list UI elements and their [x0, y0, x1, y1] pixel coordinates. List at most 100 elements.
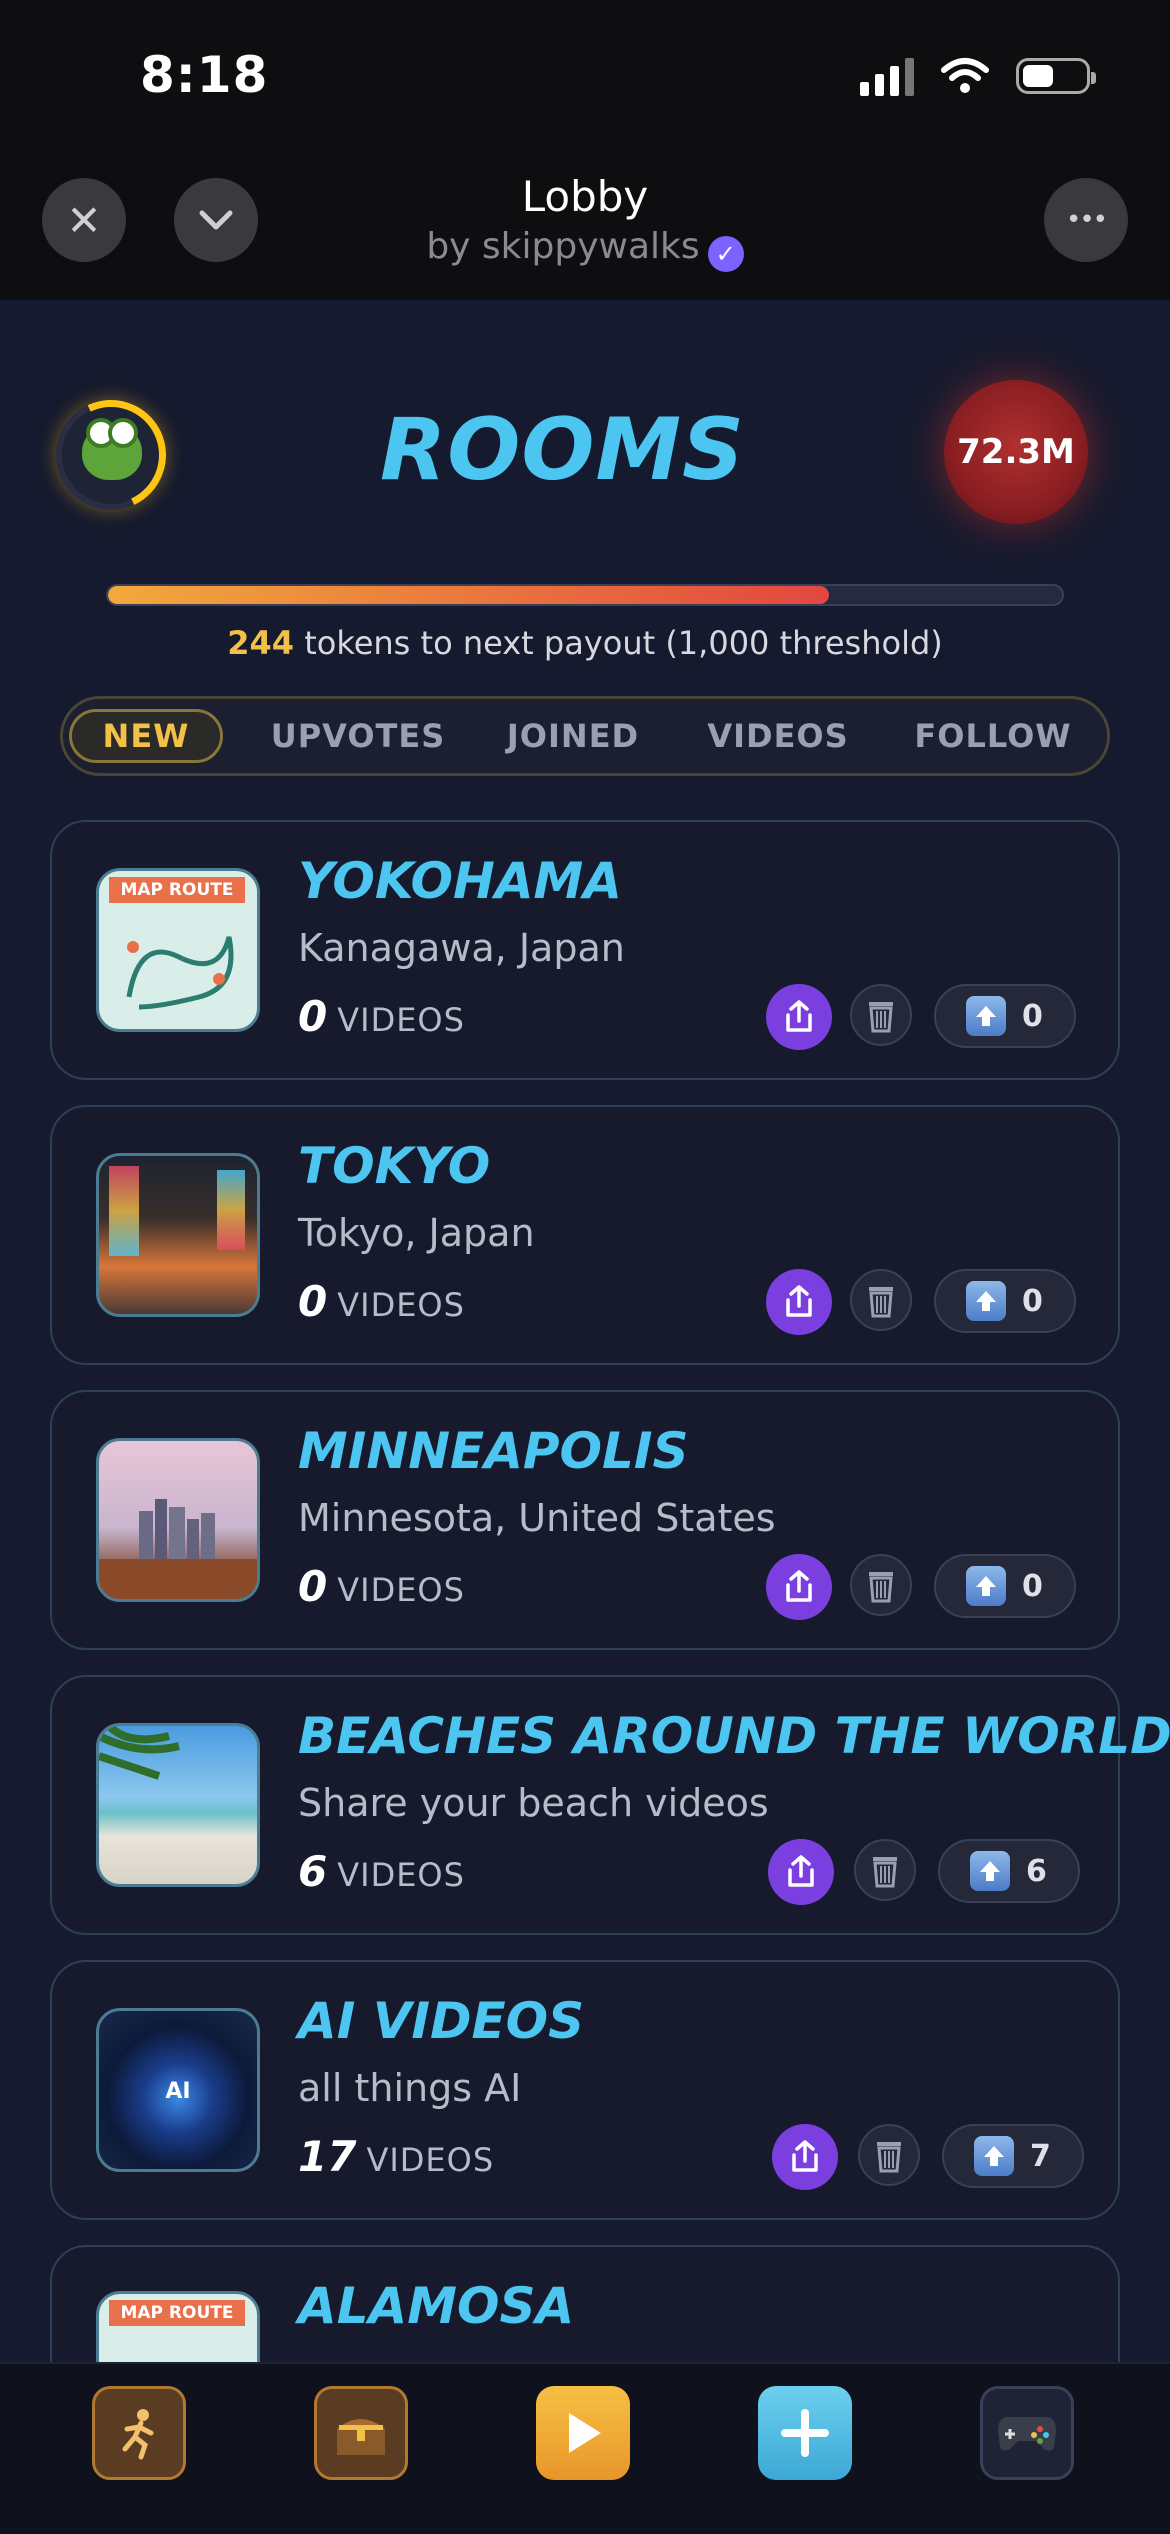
wifi-icon	[941, 58, 989, 93]
filter-tabs: NEW UPVOTES JOINED VIDEOS FOLLOW	[60, 696, 1110, 776]
status-icons	[860, 56, 1096, 96]
room-thumbnail	[96, 1438, 260, 1602]
room-card[interactable]: BEACHES AROUND THE WORLD Share your beac…	[50, 1675, 1170, 1935]
tab-follow[interactable]: FOLLOW	[903, 709, 1083, 763]
nav-title: Lobby	[521, 172, 649, 221]
status-time: 8:18	[140, 46, 269, 104]
share-icon	[786, 1570, 812, 1602]
room-name: YOKOHAMA	[298, 852, 622, 910]
treasure-tab-button[interactable]	[314, 2386, 408, 2480]
token-balance: 72.3M	[957, 432, 1075, 472]
room-thumbnail	[96, 1153, 260, 1317]
more-button[interactable]: •••	[1044, 178, 1128, 262]
room-video-count: 0 VIDEOS	[298, 1277, 465, 1326]
trash-icon	[873, 1857, 897, 1888]
upvote-count: 6	[1026, 1853, 1047, 1889]
room-location: Tokyo, Japan	[298, 1211, 535, 1255]
video-count-label: VIDEOS	[337, 1286, 465, 1324]
progress-tokens: 244	[227, 624, 295, 662]
map-route-label: MAP ROUTE	[109, 877, 245, 903]
payout-progress-fill	[108, 586, 830, 604]
upvote-button[interactable]: 0	[934, 1269, 1076, 1333]
room-name: ALAMOSA	[298, 2277, 575, 2335]
room-location: Kanagawa, Japan	[298, 926, 625, 970]
trash-icon	[869, 1572, 893, 1603]
tab-joined[interactable]: JOINED	[483, 709, 663, 763]
share-icon	[788, 1855, 814, 1887]
video-count-label: VIDEOS	[366, 2141, 495, 2179]
treasure-chest-icon	[337, 2419, 385, 2455]
room-video-count: 0 VIDEOS	[298, 1562, 465, 1611]
play-tab-button[interactable]	[536, 2386, 630, 2480]
upvote-arrow-icon	[966, 1566, 1006, 1606]
upvote-count: 0	[1022, 1568, 1043, 1604]
delete-button[interactable]	[850, 984, 912, 1046]
upvote-button[interactable]: 0	[934, 1554, 1076, 1618]
frog-avatar-icon	[82, 418, 142, 480]
nav-subtitle: by skippywalks ✓	[0, 226, 1170, 272]
share-button[interactable]	[766, 1269, 832, 1335]
share-icon	[786, 1285, 812, 1317]
more-icon: •••	[1065, 205, 1108, 235]
room-card[interactable]: TOKYO Tokyo, Japan 0 VIDEOS 0	[50, 1105, 1120, 1365]
tab-upvotes[interactable]: UPVOTES	[253, 709, 463, 763]
share-button[interactable]	[766, 984, 832, 1050]
skyline-image	[99, 1499, 257, 1599]
trash-icon	[869, 1002, 893, 1033]
video-count-label: VIDEOS	[337, 1001, 465, 1039]
status-bar: 8:18	[0, 0, 1170, 160]
upvote-arrow-icon	[974, 2136, 1014, 2176]
add-room-button[interactable]	[758, 2386, 852, 2480]
video-count-label: VIDEOS	[337, 1856, 465, 1894]
tab-new[interactable]: NEW	[69, 709, 223, 763]
video-count-value: 17	[298, 2132, 357, 2181]
payout-progress-text: 244 tokens to next payout (1,000 thresho…	[0, 624, 1170, 662]
delete-button[interactable]	[858, 2124, 920, 2186]
share-icon	[792, 2140, 818, 2172]
room-video-count: 6 VIDEOS	[298, 1847, 465, 1896]
plus-icon	[781, 2409, 829, 2457]
beach-image	[99, 1726, 180, 1780]
delete-button[interactable]	[850, 1554, 912, 1616]
room-name: MINNEAPOLIS	[298, 1422, 689, 1480]
upvote-count: 0	[1022, 1283, 1043, 1319]
trash-icon	[869, 1287, 893, 1318]
video-count-value: 0	[298, 1562, 328, 1611]
bottom-tab-bar	[0, 2362, 1170, 2534]
gamepad-icon	[998, 2417, 1056, 2451]
room-card[interactable]: MINNEAPOLIS Minnesota, United States 0 VI…	[50, 1390, 1120, 1650]
verified-badge-icon: ✓	[707, 236, 744, 272]
share-button[interactable]	[766, 1554, 832, 1620]
upvote-button[interactable]: 7	[942, 2124, 1084, 2188]
ai-orb-label: AI	[165, 2079, 191, 2104]
token-balance-badge[interactable]: 72.3M	[944, 380, 1088, 524]
trash-icon	[877, 2142, 901, 2173]
room-card[interactable]: AI AI VIDEOS all things AI 17 VIDEOS 7	[50, 1960, 1120, 2220]
upvote-count: 7	[1030, 2138, 1051, 2174]
play-icon	[569, 2413, 601, 2453]
upvote-button[interactable]: 6	[938, 1839, 1080, 1903]
room-video-count: 17 VIDEOS	[298, 2132, 494, 2181]
upvote-button[interactable]: 0	[934, 984, 1076, 1048]
map-route-label: MAP ROUTE	[109, 2300, 245, 2326]
delete-button[interactable]	[854, 1839, 916, 1901]
room-card[interactable]: MAP ROUTE YOKOHAMA Kanagawa, Japan 0 VIDE…	[50, 820, 1120, 1080]
video-count-label: VIDEOS	[337, 1571, 465, 1609]
room-thumbnail: MAP ROUTE	[96, 868, 260, 1032]
room-location: Minnesota, United States	[298, 1496, 776, 1540]
walk-tab-button[interactable]	[92, 2386, 186, 2480]
map-route-icon	[126, 936, 234, 1010]
share-icon	[786, 1000, 812, 1032]
video-count-value: 6	[298, 1847, 328, 1896]
video-count-value: 0	[298, 992, 328, 1041]
payout-progress-bar	[106, 584, 1064, 606]
runner-icon	[122, 2409, 154, 2460]
tab-videos[interactable]: VIDEOS	[688, 709, 868, 763]
room-thumbnail	[96, 1723, 260, 1887]
battery-icon	[1016, 58, 1096, 94]
page-title: ROOMS	[380, 400, 745, 500]
share-button[interactable]	[772, 2124, 838, 2190]
delete-button[interactable]	[850, 1269, 912, 1331]
share-button[interactable]	[768, 1839, 834, 1905]
games-tab-button[interactable]	[980, 2386, 1074, 2480]
